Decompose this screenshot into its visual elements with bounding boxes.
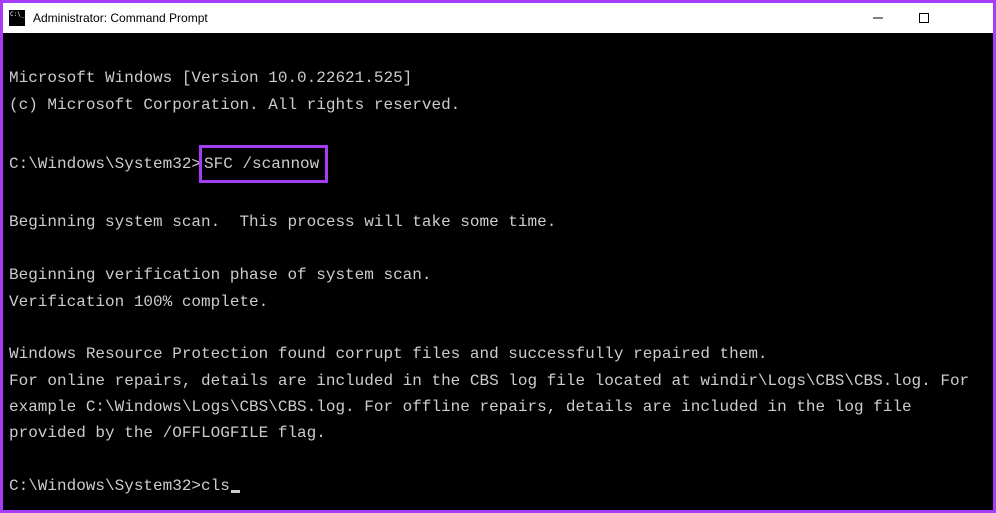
prompt-line: C:\Windows\System32>cls	[9, 473, 987, 499]
close-button[interactable]	[947, 3, 993, 33]
cmd-icon	[9, 10, 25, 26]
highlighted-command: SFC /scannow	[199, 145, 328, 183]
annotation-border: Administrator: Command Prompt Microsoft …	[0, 0, 996, 513]
output-line: Beginning system scan. This process will…	[9, 209, 987, 235]
cursor	[231, 490, 240, 493]
command-text: SFC /scannow	[204, 155, 319, 173]
output-line: For online repairs, details are included…	[9, 368, 987, 447]
command-prompt-window: Administrator: Command Prompt Microsoft …	[3, 3, 993, 510]
prompt-line: C:\Windows\System32>SFC /scannow	[9, 145, 987, 183]
output-line: (c) Microsoft Corporation. All rights re…	[9, 92, 987, 118]
output-line: Microsoft Windows [Version 10.0.22621.52…	[9, 65, 987, 91]
command-text: cls	[201, 477, 230, 495]
window-controls	[855, 3, 993, 33]
maximize-button[interactable]	[901, 3, 947, 33]
minimize-button[interactable]	[855, 3, 901, 33]
output-line: Verification 100% complete.	[9, 289, 987, 315]
prompt-path: C:\Windows\System32>	[9, 155, 201, 173]
output-line: Windows Resource Protection found corrup…	[9, 341, 987, 367]
terminal-output[interactable]: Microsoft Windows [Version 10.0.22621.52…	[3, 33, 993, 510]
prompt-path: C:\Windows\System32>	[9, 477, 201, 495]
window-title: Administrator: Command Prompt	[33, 11, 208, 25]
output-line: Beginning verification phase of system s…	[9, 262, 987, 288]
titlebar[interactable]: Administrator: Command Prompt	[3, 3, 993, 33]
